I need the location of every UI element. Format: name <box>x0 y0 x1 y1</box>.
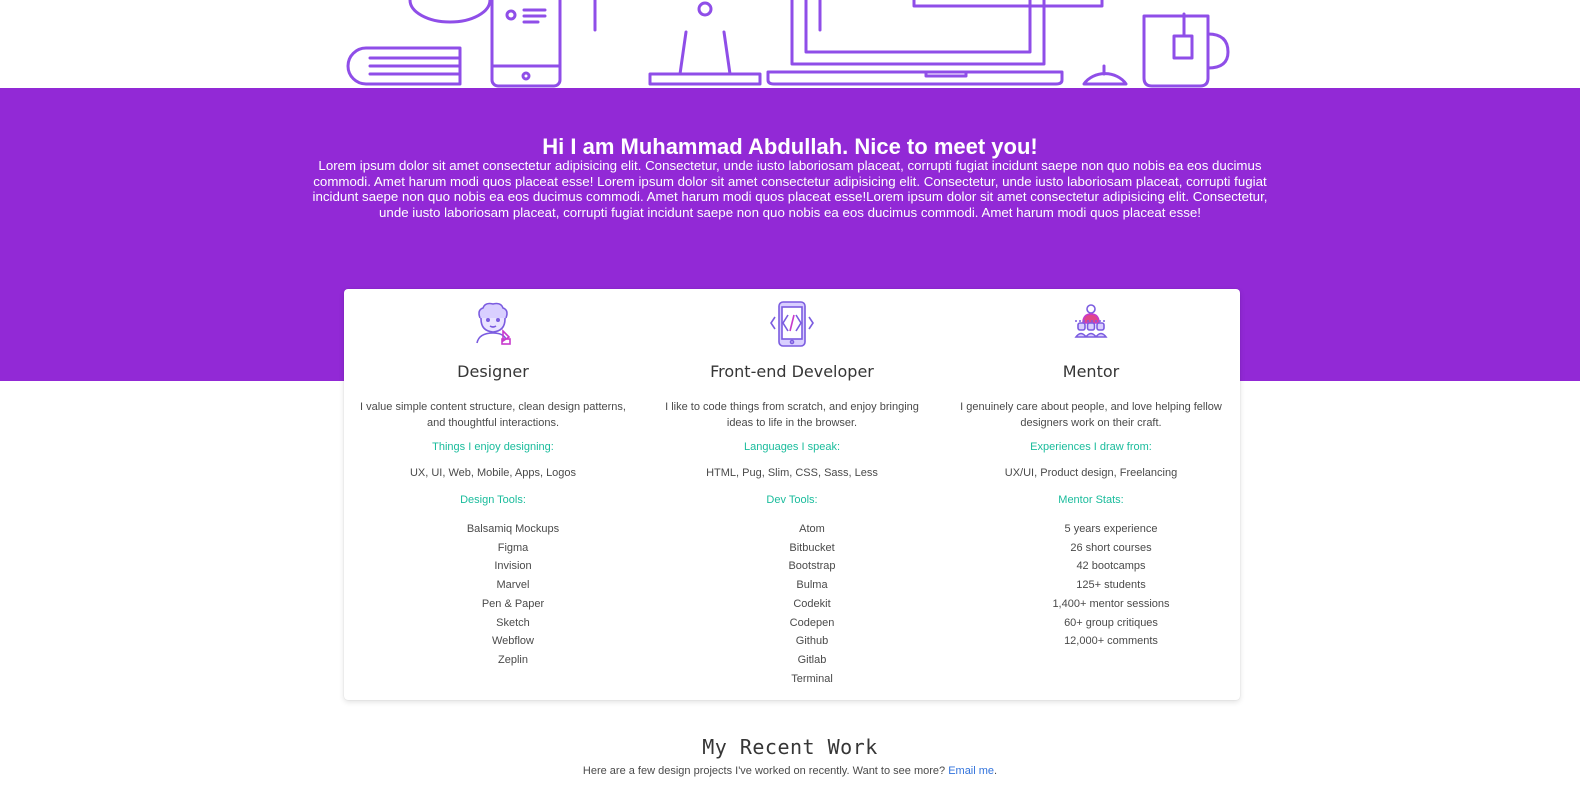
list-item: Sketch <box>496 616 530 629</box>
recent-work-title: My Recent Work <box>702 735 878 759</box>
skill-label-tools: Mentor Stats: <box>1058 494 1124 506</box>
skills-column-designer: Designer I value simple content structur… <box>344 289 642 700</box>
skill-list-text: UX, UI, Web, Mobile, Apps, Logos <box>409 467 577 479</box>
skill-label-tools: Design Tools: <box>460 494 526 506</box>
list-item: Terminal <box>791 672 833 685</box>
list-item: Webflow <box>492 635 534 648</box>
skills-column-frontend: Front-end Developer I like to code thing… <box>643 289 941 700</box>
list-item: Github <box>795 635 829 648</box>
hero-title: Hi I am Muhammad Abdullah. Nice to meet … <box>542 134 1038 159</box>
list-item: 12,000+ comments <box>1064 635 1158 648</box>
list-item: 5 years experience <box>1064 523 1158 535</box>
skill-label-primary: Experiences I draw from: <box>1030 441 1152 453</box>
list-item: Bitbucket <box>789 541 835 554</box>
tools-list: Atom Bitbucket Bootstrap Bulma Codekit C… <box>663 520 961 688</box>
skill-label-primary: Things I enjoy designing: <box>432 441 554 453</box>
list-item: Pen & Paper <box>481 597 545 610</box>
skill-title-designer: Designer <box>457 362 529 381</box>
stats-list: 5 years experience 26 short courses 42 b… <box>962 520 1260 651</box>
mentor-icon <box>942 301 1240 349</box>
skill-label-primary: Languages I speak: <box>743 441 841 453</box>
skill-list-text: HTML, Pug, Slim, CSS, Sass, Less <box>706 467 878 479</box>
list-item: Invision <box>494 560 532 573</box>
list-item: Figma <box>497 541 529 554</box>
skill-title-frontend: Front-end Developer <box>710 362 874 381</box>
list-item: 42 bootcamps <box>1076 560 1146 573</box>
tools-list: Balsamiq Mockups Figma Invision Marvel P… <box>364 520 662 670</box>
designer-icon <box>344 301 642 349</box>
list-item: Marvel <box>496 579 530 592</box>
list-item: Codekit <box>793 597 831 610</box>
hero-text: Lorem ipsum dolor sit amet consectetur a… <box>312 158 1268 221</box>
list-item: 1,400+ mentor sessions <box>1052 597 1170 610</box>
skill-list-text: UX/UI, Product design, Freelancing <box>1004 467 1178 479</box>
workspace-illustration-icon <box>346 0 1230 88</box>
workspace-illustration <box>0 0 1580 88</box>
recent-work-description: Here are a few design projects I've work… <box>582 765 946 777</box>
skill-description: I like to code things from scratch, and … <box>665 401 919 429</box>
list-item: Atom <box>799 523 825 535</box>
list-item: Bootstrap <box>788 560 836 573</box>
skills-card: Designer I value simple content structur… <box>344 289 1240 700</box>
skills-column-mentor: Mentor I genuinely care about people, an… <box>942 289 1240 700</box>
recent-work-text: Here are a few design projects I've work… <box>0 765 1580 777</box>
recent-work-section: My Recent Work Here are a few design pro… <box>0 735 1580 777</box>
list-item: Zeplin <box>498 653 528 666</box>
recent-work-trail: . <box>994 765 998 777</box>
list-item: Gitlab <box>797 653 827 666</box>
phone-code-icon <box>643 301 941 349</box>
list-item: Bulma <box>796 579 828 592</box>
skill-title-mentor: Mentor <box>1062 362 1120 381</box>
email-me-link[interactable]: Email me <box>948 765 994 777</box>
list-item: 60+ group critiques <box>1064 616 1158 629</box>
list-item: 26 short courses <box>1070 541 1152 554</box>
list-item: 125+ students <box>1076 579 1146 592</box>
skill-description: I genuinely care about people, and love … <box>960 401 1222 429</box>
list-item: Codepen <box>789 616 835 629</box>
skill-label-tools: Dev Tools: <box>766 494 818 506</box>
skill-description: I value simple content structure, clean … <box>360 401 626 429</box>
list-item: Balsamiq Mockups <box>466 523 560 535</box>
